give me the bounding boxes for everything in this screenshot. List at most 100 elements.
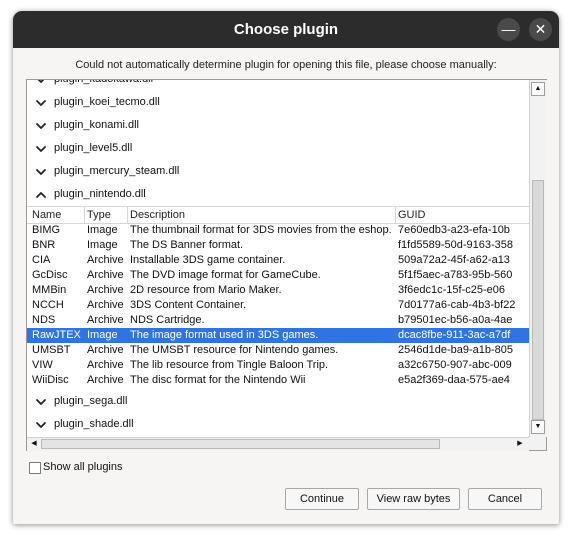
plugin-tree-node[interactable]: plugin_mercury_steam.dll	[27, 161, 529, 183]
plugin-tree-node[interactable]: plugin_konami.dll	[27, 115, 529, 137]
cell-type: Archive	[87, 314, 124, 326]
plugin-node-label: plugin_level5.dll	[54, 142, 133, 154]
checkbox-box[interactable]	[29, 462, 41, 474]
cell-name: UMSBT	[32, 344, 71, 356]
chevron-down-icon[interactable]	[35, 120, 47, 132]
column-header-name[interactable]: Name	[32, 209, 84, 221]
chevron-down-icon[interactable]	[35, 97, 47, 109]
table-row[interactable]: BIMG Image The thumbnail format for 3DS mo…	[27, 223, 529, 238]
cell-description: The DVD image format for GameCube.	[130, 269, 321, 281]
scroll-right-arrow-icon[interactable]: ▶	[514, 438, 526, 450]
column-header-description[interactable]: Description	[130, 209, 395, 221]
table-header: Name Type Description GUID	[27, 206, 529, 224]
table-row[interactable]: RawJTEX Image The image format used in 3DS…	[27, 328, 529, 343]
cell-name: RawJTEX	[32, 329, 81, 341]
plugin-list-panel: plugin_kadokawa.dll plugin_koei_tecmo.dll…	[26, 79, 547, 451]
cell-description: The thumbnail format for 3DS movies from…	[130, 224, 392, 236]
table-row[interactable]: VIW Archive The lib resource from Tingle B…	[27, 358, 529, 373]
cell-type: Image	[87, 329, 118, 341]
chevron-down-icon[interactable]	[35, 419, 47, 431]
table-row[interactable]: CIA Archive Installable 3DS game container…	[27, 253, 529, 268]
cell-guid: 7e60edb3-a23-efa-10b	[398, 224, 510, 236]
cell-guid: 2546d1de-ba9-a1b-805	[398, 344, 513, 356]
cell-guid: f1fd5589-50d-9163-358	[398, 239, 513, 251]
table-row[interactable]: NDS Archive NDS Cartridge. b79501ec-b56-a0a…	[27, 313, 529, 328]
chevron-down-icon[interactable]	[35, 80, 47, 86]
plugin-tree-node[interactable]: plugin_koei_tecmo.dll	[27, 92, 529, 114]
horizontal-scroll-thumb[interactable]	[41, 439, 440, 449]
cell-type: Archive	[87, 374, 124, 386]
cell-guid: dcac8fbe-911-3ac-a7df	[398, 329, 511, 341]
cell-guid: 5f1f5aec-a783-95b-560	[398, 269, 513, 281]
scroll-left-arrow-icon[interactable]: ◀	[28, 438, 40, 450]
scroll-down-arrow-icon[interactable]: ▼	[531, 420, 545, 434]
plugin-tree-node[interactable]: plugin_shade.dll	[27, 414, 529, 436]
choose-plugin-dialog: Choose plugin — ✕ Could not automaticall…	[13, 11, 559, 524]
plugin-node-label: plugin_mercury_steam.dll	[54, 165, 180, 177]
chevron-down-icon[interactable]	[35, 143, 47, 155]
plugin-table: Name Type Description GUID BIMG Image The …	[27, 206, 529, 390]
table-row[interactable]: WiiDisc Archive The disc format for the Ni…	[27, 373, 529, 388]
chevron-down-icon[interactable]	[35, 166, 47, 178]
column-divider[interactable]	[84, 207, 85, 223]
cell-type: Archive	[87, 344, 124, 356]
chevron-up-icon[interactable]	[35, 189, 47, 201]
cell-guid: b79501ec-b56-a0a-4ae	[398, 314, 513, 326]
vertical-scrollbar[interactable]: ▲ ▼	[529, 80, 547, 437]
plugin-node-label: plugin_sega.dll	[54, 395, 128, 407]
table-row[interactable]: MMBin Archive 2D resource from Mario Maker…	[27, 283, 529, 298]
plugin-node-label: plugin_kadokawa.dll	[54, 80, 153, 85]
table-row[interactable]: NCCH Archive 3DS Content Container. 7d0177a…	[27, 298, 529, 313]
plugin-tree: plugin_kadokawa.dll plugin_koei_tecmo.dll…	[27, 80, 529, 437]
cancel-button[interactable]: Cancel	[468, 488, 542, 510]
cell-description: The disc format for the Nintendo Wii	[130, 374, 306, 386]
table-row[interactable]: UMSBT Archive The UMSBT resource for Ninte…	[27, 343, 529, 358]
plugin-tree-node[interactable]: plugin_nintendo.dll	[27, 184, 529, 206]
cell-type: Archive	[87, 299, 124, 311]
plugin-node-label: plugin_konami.dll	[54, 119, 139, 131]
plugin-tree-node[interactable]: plugin_kadokawa.dll	[27, 80, 529, 91]
cell-type: Archive	[87, 269, 124, 281]
cell-guid: 7d0177a6-cab-4b3-bf22	[398, 299, 516, 311]
table-row[interactable]: BNR Image The DS Banner format. f1fd5589-50…	[27, 238, 529, 253]
minimize-button[interactable]: —	[497, 18, 520, 41]
column-divider[interactable]	[127, 207, 128, 223]
continue-button[interactable]: Continue	[285, 488, 359, 510]
cell-name: CIA	[32, 254, 51, 266]
scroll-up-arrow-icon[interactable]: ▲	[531, 82, 545, 96]
cell-name: NCCH	[32, 299, 64, 311]
plugin-node-label: plugin_shade.dll	[54, 418, 134, 430]
vertical-scroll-thumb[interactable]	[532, 180, 544, 420]
cell-name: VIW	[32, 359, 53, 371]
plugin-node-label: plugin_koei_tecmo.dll	[54, 96, 160, 108]
cell-guid: 509a72a2-45f-a62-a13	[398, 254, 510, 266]
column-divider[interactable]	[395, 207, 396, 223]
instruction-message: Could not automatically determine plugin…	[75, 59, 497, 71]
cell-guid: 3f6edc1c-15f-c25-e06	[398, 284, 506, 296]
cell-type: Image	[87, 239, 118, 251]
cell-description: 3DS Content Container.	[130, 299, 247, 311]
cell-type: Archive	[87, 284, 124, 296]
chevron-down-icon[interactable]	[35, 396, 47, 408]
cell-name: BNR	[32, 239, 56, 251]
horizontal-scrollbar[interactable]: ◀ ▶	[27, 437, 529, 451]
cell-description: 2D resource from Mario Maker.	[130, 284, 282, 296]
plugin-tree-node[interactable]: plugin_level5.dll	[27, 138, 529, 160]
cell-description: The UMSBT resource for Nintendo games.	[130, 344, 339, 356]
cell-guid: e5a2f369-daa-575-ae4	[398, 374, 510, 386]
view-raw-bytes-button[interactable]: View raw bytes	[367, 488, 460, 510]
close-button[interactable]: ✕	[529, 18, 552, 41]
column-header-type[interactable]: Type	[87, 209, 127, 221]
table-row[interactable]: GcDisc Archive The DVD image format for Ga…	[27, 268, 529, 283]
cell-type: Archive	[87, 254, 124, 266]
cell-description: The DS Banner format.	[130, 239, 244, 251]
column-header-guid[interactable]: GUID	[398, 209, 529, 221]
cell-description: Installable 3DS game container.	[130, 254, 286, 266]
cell-type: Archive	[87, 359, 124, 371]
scrollbar-corner	[529, 437, 546, 450]
cell-description: The lib resource from Tingle Baloon Trip…	[130, 359, 329, 371]
plugin-tree-node[interactable]: plugin_sega.dll	[27, 391, 529, 413]
checkbox-label[interactable]: Show all plugins	[43, 461, 123, 473]
plugin-node-label: plugin_nintendo.dll	[54, 188, 146, 200]
cell-name: GcDisc	[32, 269, 68, 281]
